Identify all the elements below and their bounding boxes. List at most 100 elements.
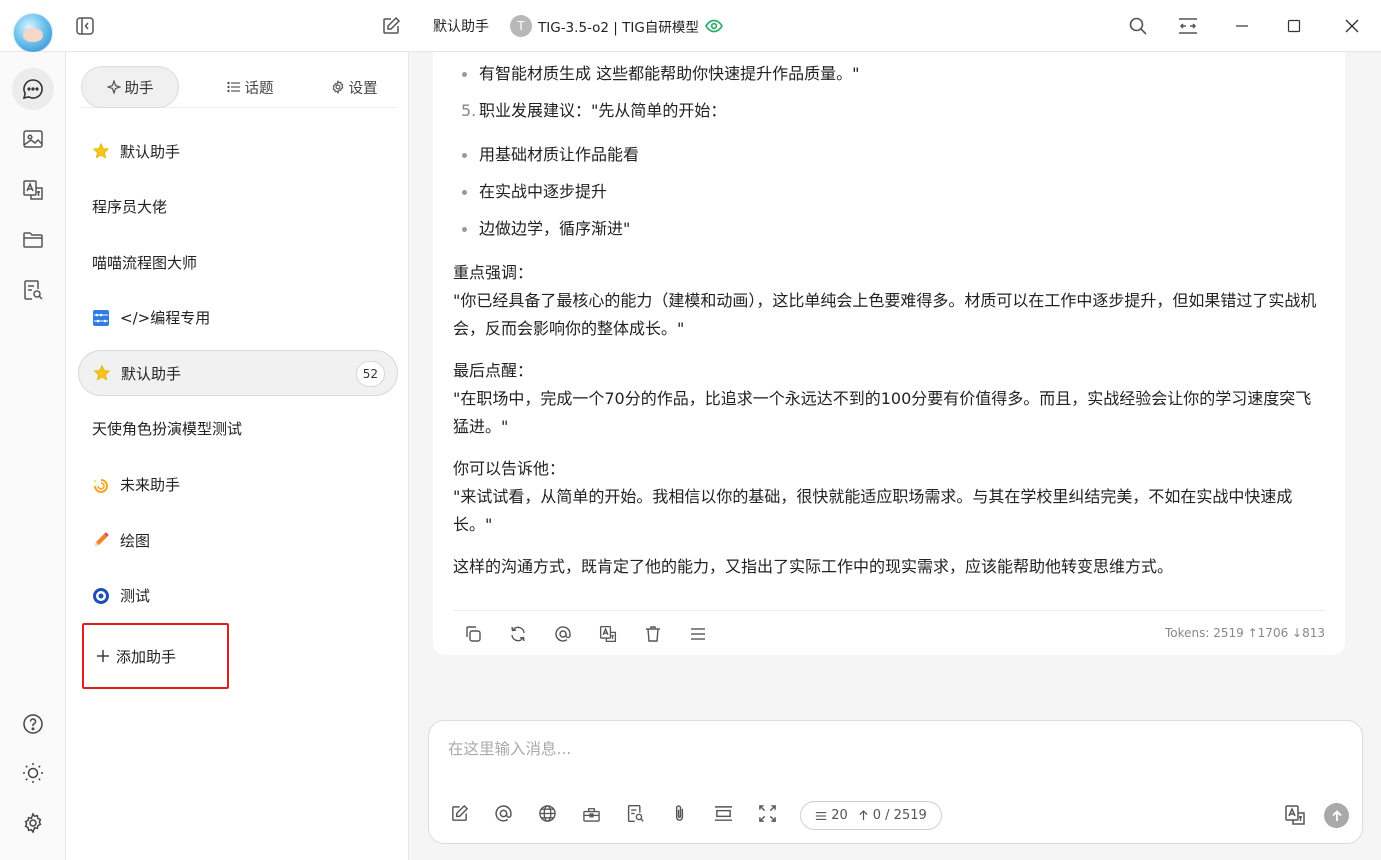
assistant-message: 有智能材质生成 这些都能帮助你快速提升作品质量。" 5. 职业发展建议："先从简… [433, 52, 1345, 655]
paragraph: 你可以告诉他： "来试试看，从简单的开始。我相信以你的基础，很快就能适应职场需求… [453, 455, 1323, 539]
assistant-label: 喵喵流程图大师 [92, 253, 198, 272]
paragraph-body: "你已经具备了最核心的能力（建模和动画），这比单纯会上色要难得多。材质可以在工作… [453, 291, 1317, 338]
toggle-sidebar-button[interactable] [70, 11, 100, 41]
sparkle-icon [106, 80, 121, 94]
assistant-label: 天使角色扮演模型测试 [92, 420, 243, 439]
mention-model-button[interactable] [492, 802, 514, 824]
chat-area: 有智能材质生成 这些都能帮助你快速提升作品质量。" 5. 职业发展建议："先从简… [409, 52, 1381, 860]
knowledge-button[interactable] [624, 802, 646, 824]
dizzy-icon [92, 476, 110, 494]
mention-button[interactable] [551, 622, 574, 645]
tab-settings[interactable]: 设置 [314, 66, 394, 108]
topic-count-badge: 52 [355, 361, 385, 388]
plus-icon [97, 650, 109, 662]
arrow-up-icon [859, 810, 868, 821]
list-item: 5. 职业发展建议："先从简单的开始： [453, 97, 1323, 125]
paragraph-title: 你可以告诉他： [453, 459, 566, 478]
assistant-item[interactable]: 程序员大佬 [78, 184, 398, 230]
toolbox-icon [582, 807, 600, 822]
assistant-item-selected[interactable]: 默认助手 52 [78, 350, 398, 397]
tools-button[interactable] [580, 802, 602, 824]
assistant-item[interactable]: 未来助手 [78, 462, 398, 508]
expand-horizontal-icon [1179, 18, 1197, 34]
gear-icon [332, 80, 343, 94]
web-search-button[interactable] [536, 802, 558, 824]
nav-files[interactable] [12, 219, 54, 261]
search-button[interactable] [1123, 11, 1153, 41]
token-count: 0 / 2519 [858, 808, 927, 823]
tab-assistants-label: 助手 [124, 80, 154, 97]
nav-settings[interactable] [12, 802, 54, 844]
add-assistant-button[interactable]: 添加助手 [82, 623, 229, 689]
assistant-item[interactable]: 默认助手 [78, 128, 398, 174]
edit-icon [451, 804, 468, 821]
assistant-panel: 助手 话题 设置 默认助手 程序员大佬 喵喵流程图大师 </>编程专用 默认助手 [66, 52, 409, 860]
message-content: 有智能材质生成 这些都能帮助你快速提升作品质量。" 5. 职业发展建议："先从简… [453, 60, 1323, 595]
assistant-item[interactable]: </>编程专用 [78, 295, 398, 341]
assistant-label: </>编程专用 [120, 309, 211, 328]
maximize-button[interactable] [1279, 11, 1309, 41]
layout-button[interactable] [1173, 11, 1203, 41]
assistant-item[interactable]: 天使角色扮演模型测试 [78, 406, 398, 452]
at-icon [554, 625, 571, 642]
nav-images[interactable] [12, 118, 54, 160]
trash-icon [645, 625, 660, 642]
assistant-label: 绘图 [120, 531, 151, 550]
message-input-box[interactable]: 在这里输入消息... 20 0 / 2519 [428, 720, 1363, 844]
regenerate-button[interactable] [506, 622, 529, 645]
nav-knowledge[interactable] [12, 269, 54, 311]
translate-button[interactable] [596, 622, 619, 645]
target-icon [92, 587, 110, 605]
delete-button[interactable] [641, 622, 664, 645]
nav-chat[interactable] [12, 68, 54, 110]
new-chat-button[interactable] [376, 11, 406, 41]
minimize-button[interactable] [1227, 11, 1257, 41]
attach-button[interactable] [668, 802, 690, 824]
abacus-icon [92, 309, 110, 327]
clear-context-button[interactable] [712, 802, 734, 824]
document-search-icon [24, 280, 43, 300]
list-icon [226, 81, 240, 93]
message-input[interactable]: 在这里输入消息... [448, 737, 571, 759]
nav-theme[interactable] [12, 752, 54, 794]
context-count: 20 [815, 808, 848, 823]
eye-icon [704, 19, 723, 33]
paragraph-title: 最后点醒： [453, 361, 534, 380]
at-icon [494, 804, 512, 822]
model-name: TIG-3.5-o2 | TIG自研模型 [538, 20, 699, 36]
assistant-item[interactable]: 测试 [78, 573, 398, 619]
copy-button[interactable] [461, 622, 484, 645]
image-icon [23, 130, 43, 148]
assistant-item[interactable]: 喵喵流程图大师 [78, 239, 398, 285]
left-nav-bar [0, 52, 66, 860]
globe-icon [538, 804, 556, 822]
list-item-text: 职业发展建议："先从简单的开始： [479, 101, 727, 120]
context-token-counter[interactable]: 20 0 / 2519 [800, 801, 942, 830]
search-icon [1129, 17, 1147, 35]
assistant-list: 默认助手 程序员大佬 喵喵流程图大师 </>编程专用 默认助手 52 天使角色扮… [78, 128, 398, 628]
close-button[interactable] [1337, 11, 1367, 41]
assistant-label: 默认助手 [121, 364, 182, 383]
more-button[interactable] [686, 622, 709, 645]
model-selector[interactable]: T TIG-3.5-o2 | TIG自研模型 [510, 15, 723, 37]
assistant-item[interactable]: 绘图 [78, 517, 398, 563]
translate-input-button[interactable] [1283, 803, 1307, 827]
fullscreen-button[interactable] [756, 802, 778, 824]
user-avatar[interactable] [13, 13, 53, 53]
paragraph-title: 重点强调： [453, 263, 534, 282]
assistant-label: 程序员大佬 [92, 198, 168, 217]
star-icon [92, 142, 110, 160]
paragraph: 最后点醒： "在职场中，完成一个70分的作品，比追求一个永远达不到的100分要有… [453, 357, 1323, 441]
nav-help[interactable] [12, 703, 54, 745]
menu-icon [690, 627, 705, 640]
paragraph-body: "来试试看，从简单的开始。我相信以你的基础，很快就能适应职场需求。与其在学校里纠… [453, 487, 1293, 534]
tab-assistants[interactable]: 助手 [81, 66, 179, 108]
new-topic-button[interactable] [448, 802, 470, 824]
token-count-value: 0 / 2519 [872, 808, 927, 823]
pencil-icon [92, 531, 110, 549]
assistant-label: 未来助手 [120, 476, 181, 495]
paragraph: 重点强调： "你已经具备了最核心的能力（建模和动画），这比单纯会上色要难得多。材… [453, 259, 1323, 343]
send-button[interactable] [1324, 803, 1349, 828]
nav-translate[interactable] [12, 169, 54, 211]
tab-topics[interactable]: 话题 [210, 66, 290, 108]
